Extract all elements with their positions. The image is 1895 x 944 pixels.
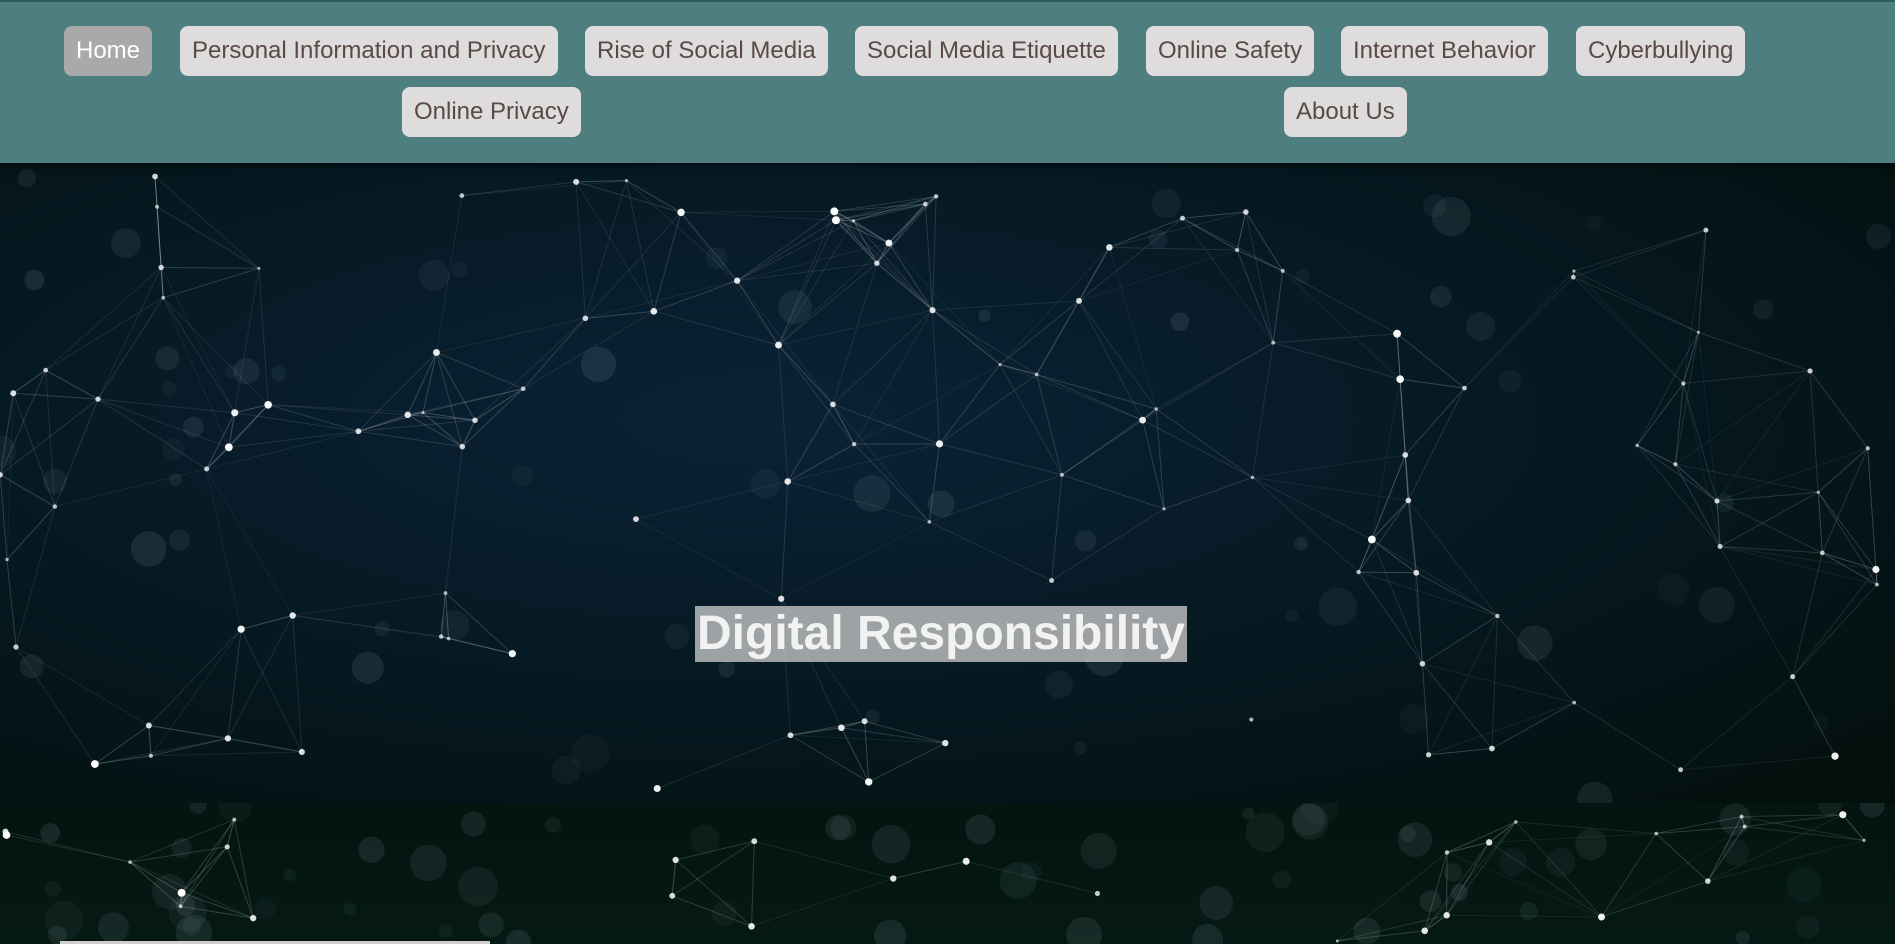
- hero-title: Digital Responsibility: [695, 606, 1188, 662]
- top-navigation-bar: Home Personal Information and Privacy Ri…: [0, 0, 1895, 163]
- nav-online-safety-button[interactable]: Online Safety: [1146, 26, 1315, 76]
- nav-rise-of-social-media-button[interactable]: Rise of Social Media: [585, 26, 828, 76]
- nav-cyberbullying-button[interactable]: Cyberbullying: [1576, 26, 1746, 76]
- nav-social-media-etiquette-button[interactable]: Social Media Etiquette: [855, 26, 1118, 76]
- nav-online-privacy-button[interactable]: Online Privacy: [402, 87, 581, 137]
- nav-about-us-button[interactable]: About Us: [1284, 87, 1407, 137]
- lower-background-section: [0, 803, 1895, 944]
- network-background-image: [0, 168, 1892, 803]
- nav-home-button[interactable]: Home: [64, 26, 153, 76]
- hero-banner: [0, 163, 1895, 803]
- network-background-image-lower: [2, 803, 1885, 944]
- nav-internet-behavior-button[interactable]: Internet Behavior: [1341, 26, 1548, 76]
- nav-personal-information-and-privacy-button[interactable]: Personal Information and Privacy: [180, 26, 558, 76]
